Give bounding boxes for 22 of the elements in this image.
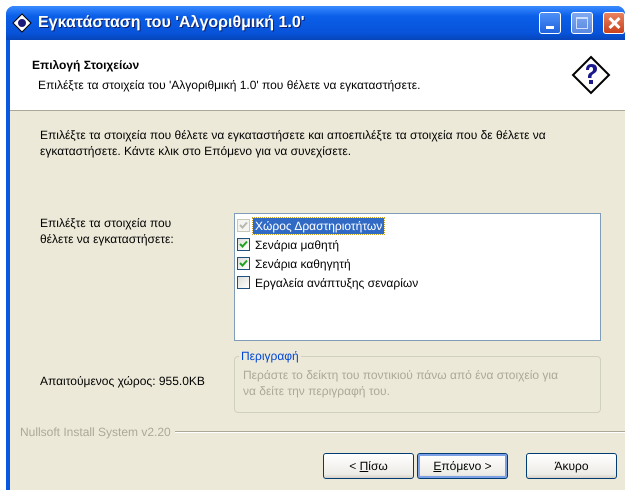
page-subtitle: Επιλέξτε τα στοιχεία του 'Αλγοριθμική 1.0' που θέλετε να εγκαταστήσετε. — [37, 78, 422, 92]
instructions-text: Επιλέξτε τα στοιχεία που θέλετε να εγκαταστήσετε και αποεπιλέξτε τα στοιχεία που δε θέλετε να εγκαταστήσετε. Κάντε κλικ στο Επόμενο για να συνεχίσετε. — [40, 127, 547, 159]
checkbox[interactable] — [237, 276, 250, 289]
close-button[interactable] — [603, 12, 625, 34]
wizard-button[interactable]: < Πίσω — [323, 453, 414, 479]
window-title: Εγκατάσταση του 'Αλγοριθμική 1.0' — [38, 14, 306, 32]
description-legend: Περιγραφή — [239, 349, 301, 363]
page-title: Επιλογή Στοιχείων — [32, 58, 140, 72]
space-required-text: Απαιτούμενος χώρος: 955.0KB — [40, 374, 206, 388]
description-text: Περάστε το δείκτη του ποντικιού πάνω από ένα στοιχείο για να δείτε την περιγραφή του. — [243, 367, 560, 399]
branding-text: Nullsoft Install System v2.20 — [20, 425, 171, 439]
checkbox[interactable] — [237, 238, 250, 251]
component-item[interactable]: Εργαλεία ανάπτυξης σεναρίων — [253, 274, 420, 290]
minimize-button[interactable] — [539, 12, 561, 34]
component-item[interactable]: Σενάρια καθηγητή — [253, 256, 353, 272]
maximize-button[interactable] — [571, 12, 593, 34]
checkbox[interactable] — [237, 257, 250, 270]
wizard-button[interactable]: Επόμενο > — [417, 453, 508, 479]
components-label: Επιλέξτε τα στοιχεία που θέλετε να εγκαταστήσετε: — [40, 215, 175, 248]
component-item[interactable]: Σενάρια μαθητή — [253, 236, 342, 252]
question-icon — [571, 55, 611, 95]
wizard-button[interactable]: Άκυρο — [526, 453, 617, 479]
